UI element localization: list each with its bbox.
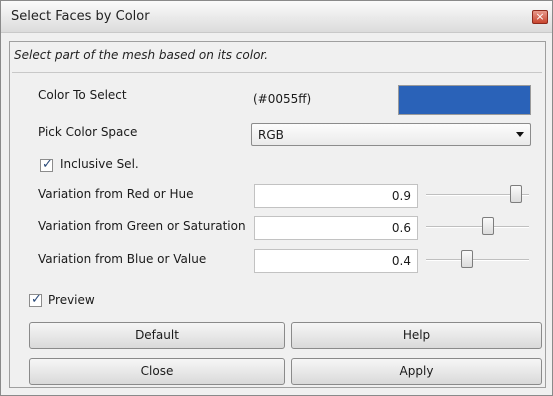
variation-blue-slider-track[interactable] (426, 259, 529, 261)
variation-red-label: Variation from Red or Hue (38, 187, 194, 201)
variation-blue-input[interactable]: 0.4 (254, 249, 418, 273)
variation-blue-slider-thumb[interactable] (461, 250, 473, 268)
variation-red-slider-thumb[interactable] (510, 185, 522, 203)
color-swatch[interactable] (398, 85, 531, 115)
variation-blue-label: Variation from Blue or Value (38, 252, 207, 266)
window-title: Select Faces by Color (11, 9, 150, 24)
close-button[interactable]: Close (29, 358, 285, 385)
variation-red-input[interactable]: 0.9 (254, 184, 418, 208)
color-space-value: RGB (258, 128, 284, 142)
color-space-select[interactable]: RGB (251, 123, 531, 146)
variation-green-label: Variation from Green or Saturation (38, 219, 246, 233)
color-space-label: Pick Color Space (38, 125, 138, 139)
preview-label: Preview (48, 293, 95, 307)
default-button[interactable]: Default (29, 322, 285, 349)
dialog-window: Select Faces by Color × Select part of t… (0, 0, 553, 396)
checkmark-icon: ✓ (42, 157, 53, 172)
inclusive-checkbox[interactable]: ✓ (40, 157, 53, 172)
variation-green-input[interactable]: 0.6 (254, 216, 418, 240)
help-button[interactable]: Help (291, 322, 542, 349)
title-bar[interactable]: Select Faces by Color × (1, 1, 552, 33)
close-icon[interactable]: × (532, 10, 548, 24)
description-text: Select part of the mesh based on its col… (14, 48, 269, 62)
variation-green-slider-thumb[interactable] (482, 217, 494, 235)
separator (12, 72, 542, 73)
inclusive-label: Inclusive Sel. (60, 157, 139, 171)
checkmark-icon: ✓ (31, 292, 42, 307)
color-to-select-label: Color To Select (38, 88, 127, 102)
variation-green-slider-track[interactable] (426, 226, 529, 228)
color-hex-value: (#0055ff) (253, 92, 312, 106)
chevron-down-icon (516, 132, 524, 137)
preview-checkbox[interactable]: ✓ (29, 292, 42, 307)
apply-button[interactable]: Apply (291, 358, 542, 385)
